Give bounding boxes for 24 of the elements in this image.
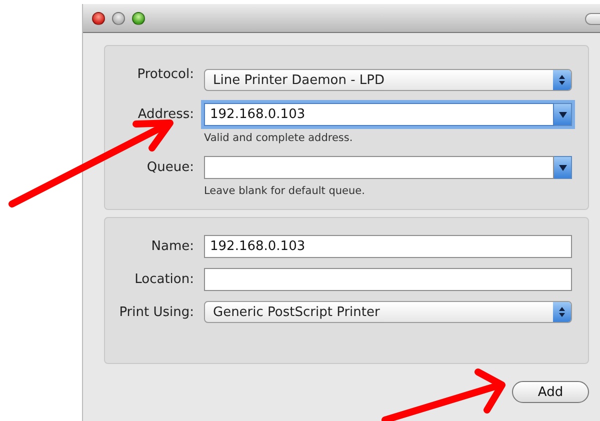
field-label: Protocol: xyxy=(136,66,194,82)
popup-menu[interactable]: Line Printer Daemon - LPD xyxy=(204,69,572,91)
popup-menu[interactable]: Generic PostScript Printer xyxy=(204,301,572,323)
dropdown-button[interactable] xyxy=(554,103,572,126)
window-close-button[interactable] xyxy=(92,12,105,24)
field-label: Location: xyxy=(134,272,194,287)
field-label: Address: xyxy=(136,107,194,122)
field-label: Queue: xyxy=(146,160,194,175)
text-field[interactable]: 192.168.0.103 xyxy=(204,235,572,258)
field-label: Print Using: xyxy=(118,304,194,320)
add-button[interactable]: Add xyxy=(512,381,589,403)
text-field[interactable] xyxy=(204,268,572,291)
window-zoom-button[interactable] xyxy=(132,12,145,24)
input-field[interactable]: 192.168.0.103 xyxy=(204,103,554,126)
dropdown-button[interactable] xyxy=(554,156,572,179)
input-field[interactable] xyxy=(204,156,554,179)
field-label: Name: xyxy=(150,239,194,254)
stepper-arrows-icon xyxy=(558,306,566,318)
dropdown-arrow-icon xyxy=(558,112,566,118)
dropdown-arrow-icon xyxy=(558,164,566,170)
stepper-arrows-icon xyxy=(558,74,566,86)
window-minimize-button[interactable] xyxy=(112,12,125,24)
hint-text: Valid and complete address. xyxy=(204,132,354,144)
hint-text: Leave blank for default queue. xyxy=(204,185,366,197)
